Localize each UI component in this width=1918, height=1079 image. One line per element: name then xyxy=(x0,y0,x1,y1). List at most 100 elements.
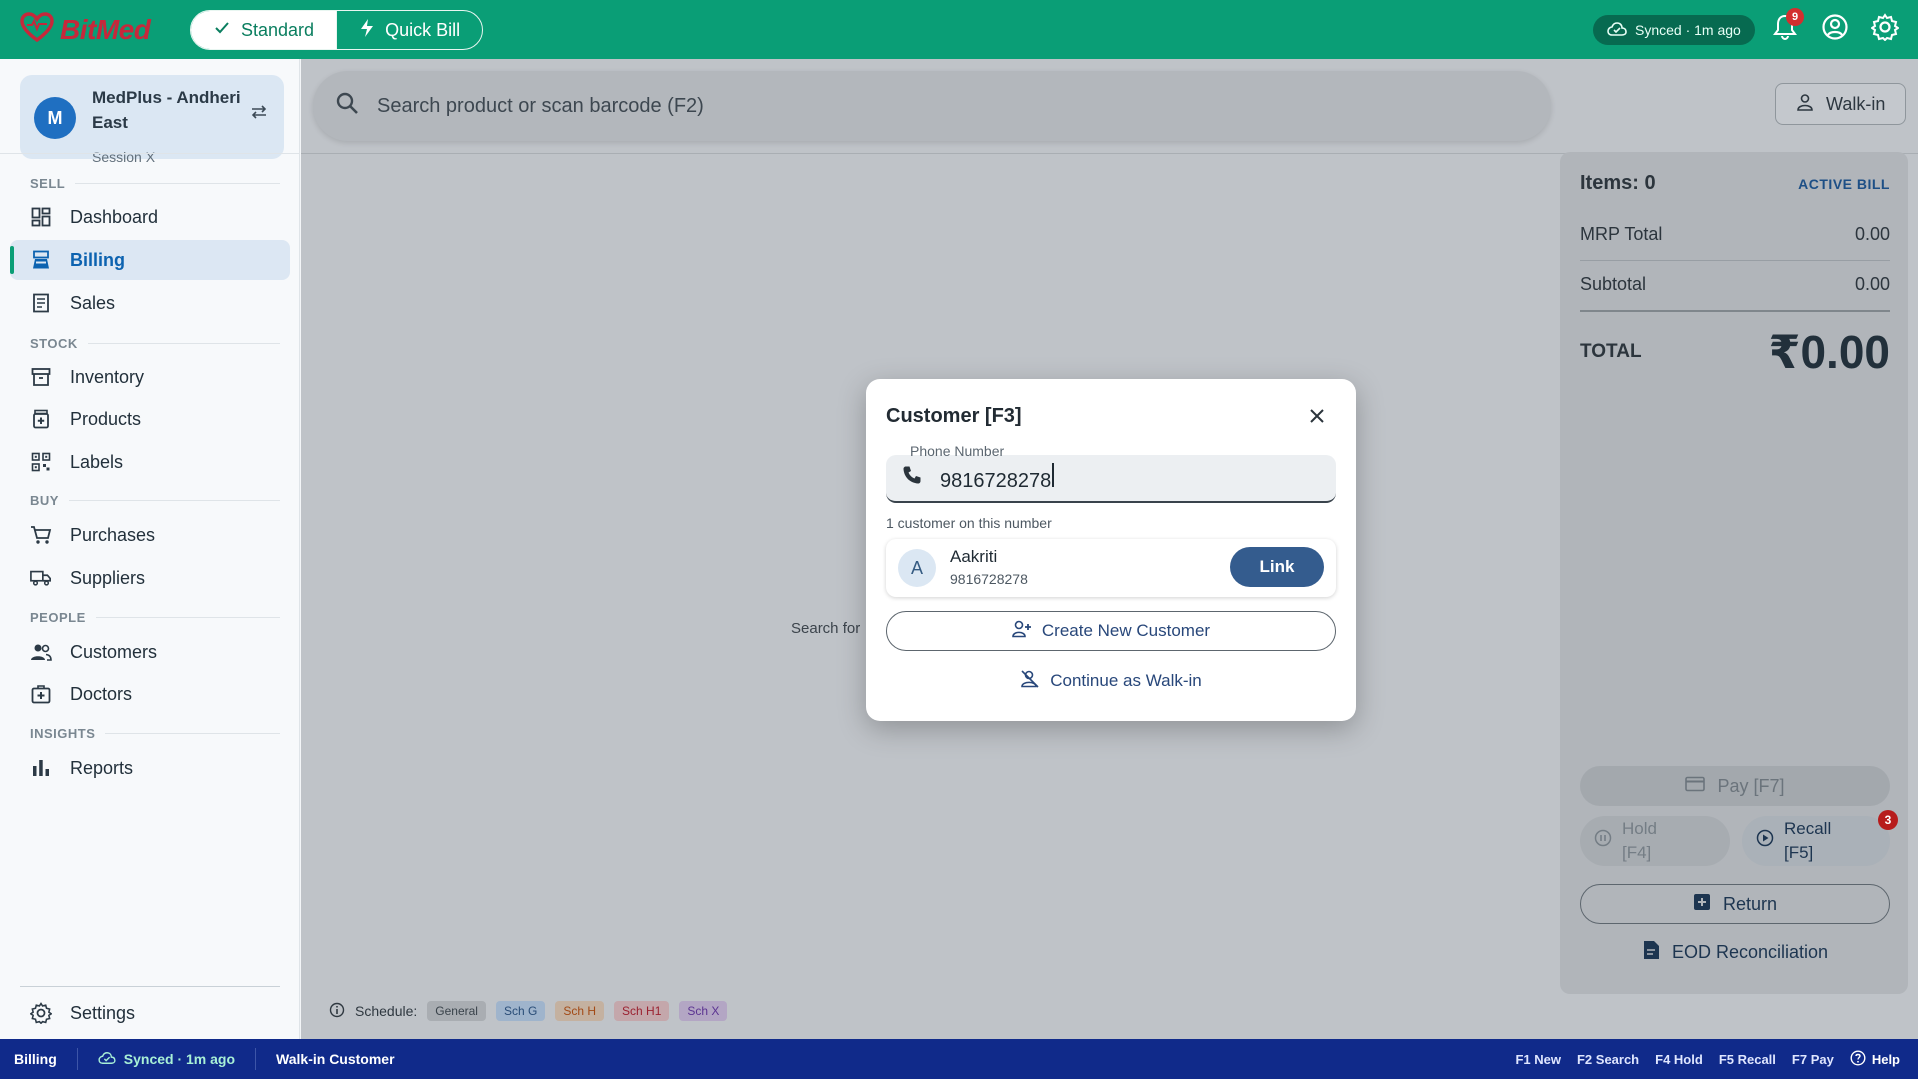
phone-number-label: Phone Number xyxy=(910,443,1005,459)
sidebar-item-reports[interactable]: Reports xyxy=(10,748,290,788)
create-new-customer-button[interactable]: Create New Customer xyxy=(886,611,1336,651)
person-add-icon xyxy=(1012,620,1032,643)
subtotal-row: Subtotal 0.00 xyxy=(1580,274,1890,295)
hold-button[interactable]: Hold [F4] xyxy=(1580,816,1730,866)
sidebar-item-billing[interactable]: Billing xyxy=(10,240,290,280)
shortcut-f1-new[interactable]: F1 New xyxy=(1515,1052,1561,1067)
sidebar: M MedPlus - Andheri East Session X SELL … xyxy=(0,59,300,1039)
pause-circle-icon xyxy=(1594,829,1612,854)
sidebar-item-customers[interactable]: Customers xyxy=(10,632,290,672)
return-button[interactable]: Return xyxy=(1580,884,1890,924)
sidebar-item-inventory[interactable]: Inventory xyxy=(10,357,290,397)
customer-avatar: A xyxy=(898,549,936,587)
sidebar-item-suppliers[interactable]: Suppliers xyxy=(10,558,290,598)
schedule-chip-sch-x: Sch X xyxy=(679,1001,728,1021)
swap-horizontal-icon[interactable] xyxy=(250,105,268,124)
schedule-chip-general: General xyxy=(427,1001,486,1021)
phone-number-field[interactable]: 9816728278 xyxy=(886,455,1336,503)
recall-button[interactable]: Recall [F5] 3 xyxy=(1742,810,1898,866)
continue-walk-in-button[interactable]: Continue as Walk-in xyxy=(886,663,1336,699)
credit-card-icon xyxy=(1685,776,1706,797)
customer-dialog: Customer [F3] 9816728278 Phone Number 1 … xyxy=(866,379,1356,721)
store-switcher[interactable]: M MedPlus - Andheri East Session X xyxy=(20,75,284,165)
check-icon xyxy=(213,19,231,42)
sidebar-item-dashboard[interactable]: Dashboard xyxy=(10,197,290,237)
sidebar-item-label: Products xyxy=(70,408,142,429)
product-search-bar[interactable]: Search product or scan barcode (F2) xyxy=(313,71,1551,141)
mode-standard-button[interactable]: Standard xyxy=(191,11,337,49)
document-icon xyxy=(1642,940,1660,965)
sidebar-item-label: Dashboard xyxy=(70,206,159,227)
lightning-icon xyxy=(359,18,375,43)
billing-mode-toggle: Standard Quick Bill xyxy=(190,10,484,50)
sidebar-item-sales[interactable]: Sales xyxy=(10,283,290,323)
sidebar-item-label: Inventory xyxy=(70,366,145,387)
hold-label: Hold [F4] xyxy=(1622,819,1657,862)
sidebar-item-settings[interactable]: Settings xyxy=(10,993,290,1033)
help-button[interactable]: Help xyxy=(1850,1049,1900,1069)
close-dialog-button[interactable] xyxy=(1304,405,1330,431)
sidebar-item-labels[interactable]: Labels xyxy=(10,442,290,482)
sidebar-item-label: Doctors xyxy=(70,683,133,704)
sidebar-item-label: Purchases xyxy=(70,524,156,545)
account-button[interactable] xyxy=(1820,13,1850,44)
status-sync[interactable]: Synced · 1m ago xyxy=(98,1051,235,1068)
phone-number-value: 9816728278 xyxy=(940,463,1054,493)
truck-icon xyxy=(30,567,52,589)
play-circle-icon xyxy=(1756,829,1774,854)
top-bar: BitMed Standard Quick Bill Synced · 1m a… xyxy=(0,0,1918,59)
walk-in-customer-button[interactable]: Walk-in xyxy=(1775,83,1907,125)
link-customer-button[interactable]: Link xyxy=(1230,547,1324,587)
section-label-people: PEOPLE xyxy=(30,610,280,625)
sidebar-item-label: Settings xyxy=(70,1002,136,1023)
shortcut-f2-search[interactable]: F2 Search xyxy=(1577,1052,1639,1067)
search-icon xyxy=(335,91,359,121)
eod-reconciliation-button[interactable]: EOD Reconciliation xyxy=(1580,932,1890,972)
status-page: Billing xyxy=(14,1051,57,1067)
sync-status-pill[interactable]: Synced · 1m ago xyxy=(1593,15,1755,45)
dialog-title: Customer [F3] xyxy=(886,405,1022,427)
settings-button[interactable] xyxy=(1870,12,1900,46)
close-icon xyxy=(1309,408,1325,429)
bill-divider xyxy=(1580,260,1890,261)
section-label-sell: SELL xyxy=(30,176,280,191)
sidebar-item-label: Billing xyxy=(70,249,125,270)
people-icon xyxy=(30,641,52,663)
matched-customer-card[interactable]: A Aakriti 9816728278 Link xyxy=(886,539,1336,597)
mode-quick-bill-button[interactable]: Quick Bill xyxy=(336,11,482,49)
mrp-total-row: MRP Total 0.00 xyxy=(1580,224,1890,245)
total-row: TOTAL ₹0.00 xyxy=(1580,322,1890,382)
active-bill-panel: Items: 0 ACTIVE BILL MRP Total 0.00 Subt… xyxy=(1560,152,1908,994)
notifications-button[interactable]: 9 xyxy=(1770,8,1804,44)
sidebar-item-products[interactable]: Products xyxy=(10,399,290,439)
phone-icon xyxy=(902,465,922,491)
pay-button[interactable]: Pay [F7] xyxy=(1580,766,1890,806)
notification-count-badge: 9 xyxy=(1786,8,1804,26)
return-box-icon xyxy=(1693,893,1711,916)
gear-icon xyxy=(1870,12,1900,46)
recall-label: Recall [F5] xyxy=(1784,819,1832,862)
pay-label: Pay [F7] xyxy=(1717,775,1785,796)
person-off-icon xyxy=(1020,669,1040,693)
shortcut-f4-hold[interactable]: F4 Hold xyxy=(1655,1052,1703,1067)
receipt-icon xyxy=(30,292,52,314)
section-label-stock: STOCK xyxy=(30,336,280,351)
cart-icon xyxy=(30,524,52,546)
sidebar-item-label: Reports xyxy=(70,757,134,778)
shortcut-f7-pay[interactable]: F7 Pay xyxy=(1792,1052,1834,1067)
sidebar-item-label: Labels xyxy=(70,451,124,472)
sync-status-text: Synced · 1m ago xyxy=(1635,22,1741,38)
sidebar-item-label: Suppliers xyxy=(70,567,146,588)
bill-status: ACTIVE BILL xyxy=(1798,175,1890,192)
inventory-box-icon xyxy=(30,366,52,388)
customer-phone: 9816728278 xyxy=(950,571,1028,587)
cloud-check-icon xyxy=(98,1051,116,1068)
medical-bag-icon xyxy=(30,683,52,705)
sidebar-item-purchases[interactable]: Purchases xyxy=(10,515,290,555)
shortcut-f5-recall[interactable]: F5 Recall xyxy=(1719,1052,1776,1067)
bitmed-logo[interactable]: BitMed xyxy=(20,12,151,47)
sidebar-item-label: Sales xyxy=(70,292,116,313)
bill-header: Items: 0 ACTIVE BILL xyxy=(1580,172,1890,195)
create-new-customer-label: Create New Customer xyxy=(1041,621,1211,640)
sidebar-item-doctors[interactable]: Doctors xyxy=(10,674,290,714)
